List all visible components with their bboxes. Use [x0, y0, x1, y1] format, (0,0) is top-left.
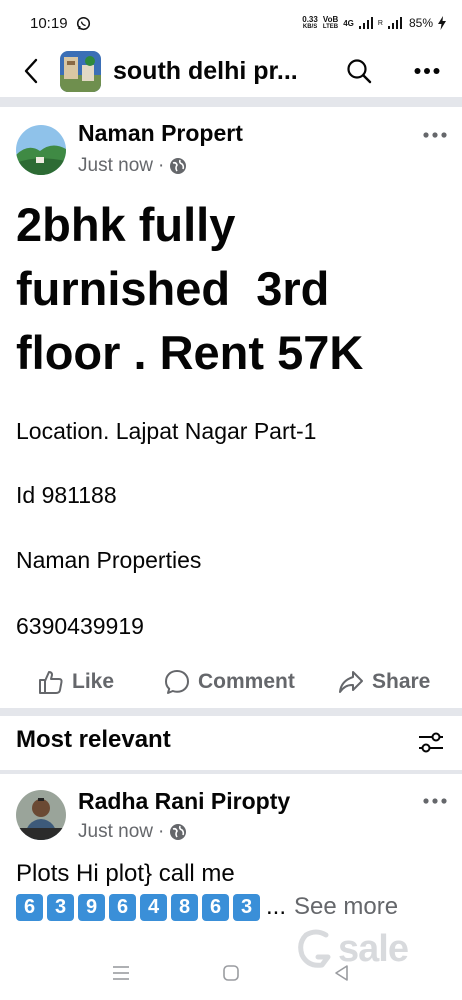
filter-sliders-icon [419, 732, 443, 753]
keycap-digit: 6 [109, 893, 136, 921]
comment-text: Plots Hi plot} call me [16, 860, 235, 887]
like-button[interactable]: Like [38, 660, 114, 704]
keycap-digit: 3 [233, 893, 260, 921]
avatar[interactable] [16, 790, 66, 840]
nav-back-icon [335, 965, 348, 981]
keycap-digit: 4 [140, 893, 167, 921]
app-header: south delhi pr... [0, 46, 462, 96]
signal-icon [358, 17, 373, 29]
comment-options-button[interactable] [418, 786, 452, 816]
network-type: 4G [343, 18, 354, 28]
thumbs-up-icon [39, 671, 63, 694]
keycap-digit: 3 [47, 893, 74, 921]
share-arrow-icon [339, 671, 363, 693]
group-title[interactable]: south delhi pr... [113, 57, 298, 86]
comment-meta: Just now · [78, 821, 187, 843]
search-button[interactable] [342, 54, 376, 88]
comment-time[interactable]: Just now [78, 821, 153, 843]
nav-back-button[interactable] [326, 960, 356, 986]
volte-indicator: VoB LTEB [322, 14, 339, 30]
battery-level: 85% [408, 15, 433, 30]
keycap-digit: 6 [202, 893, 229, 921]
post-headline: 2bhk fully furnished 3rd floor . Rent 57… [16, 198, 364, 379]
globe-icon [170, 824, 187, 840]
search-icon [347, 59, 372, 84]
group-photo-icon [60, 50, 101, 92]
signal-icon [387, 17, 402, 29]
comment-author[interactable]: Radha Rani Piropty [78, 788, 290, 815]
home-square-icon [223, 965, 239, 981]
divider [0, 97, 462, 107]
post-action-bar: Like Comment Share [0, 660, 462, 704]
meta-separator: · [157, 155, 165, 176]
whatsapp-icon [76, 16, 90, 30]
profile-photo-icon [16, 790, 66, 840]
post-options-button[interactable] [418, 120, 452, 150]
post-id: Id 981188 [16, 482, 117, 508]
profile-photo-icon [16, 125, 66, 175]
system-navigation-bar [0, 948, 462, 1000]
status-indicators: 0.33 KB/S VoB LTEB 4G R 85% [302, 14, 446, 31]
post-author[interactable]: Naman Propert [78, 120, 243, 147]
comment-label: Comment [198, 670, 295, 693]
comment-filter-button[interactable] [414, 728, 448, 758]
sim2-indicator: R [377, 19, 383, 27]
truncation-ellipsis: ... [266, 893, 287, 920]
back-arrow-icon [24, 58, 38, 84]
divider [0, 708, 462, 716]
more-horizontal-icon [414, 68, 440, 74]
recent-apps-icon [113, 966, 129, 980]
home-button[interactable] [216, 960, 246, 986]
comment-bubble-icon [165, 670, 189, 694]
more-horizontal-icon [423, 132, 447, 138]
post-location: Location. Lajpat Nagar Part-1 [16, 418, 317, 444]
keycap-digit: 9 [78, 893, 105, 921]
battery-charging-icon [438, 16, 446, 30]
meta-separator: · [157, 821, 165, 842]
keycap-digit: 6 [16, 893, 43, 921]
more-options-button[interactable] [410, 54, 444, 88]
comment-button[interactable]: Comment [164, 660, 295, 704]
post-company: Naman Properties [16, 547, 202, 573]
comment-sort-label[interactable]: Most relevant [16, 726, 171, 754]
share-label: Share [372, 670, 431, 693]
keycap-digit: 8 [171, 893, 198, 921]
network-speed: 0.33 KB/S [302, 14, 318, 30]
back-button[interactable] [14, 54, 48, 88]
divider [0, 770, 462, 774]
more-horizontal-icon [423, 798, 447, 804]
post-time[interactable]: Just now [78, 155, 153, 177]
group-thumbnail[interactable] [60, 50, 101, 92]
avatar[interactable] [16, 125, 66, 175]
post-meta: Just now · [78, 155, 187, 177]
globe-icon [170, 158, 187, 174]
status-bar: 10:19 0.33 KB/S VoB LTEB 4G R 85% [0, 0, 462, 46]
share-button[interactable]: Share [338, 660, 430, 704]
post-phone[interactable]: 6390439919 [16, 613, 144, 640]
recent-apps-button[interactable] [106, 960, 136, 986]
like-label: Like [72, 670, 115, 693]
status-time: 10:19 [30, 14, 68, 32]
